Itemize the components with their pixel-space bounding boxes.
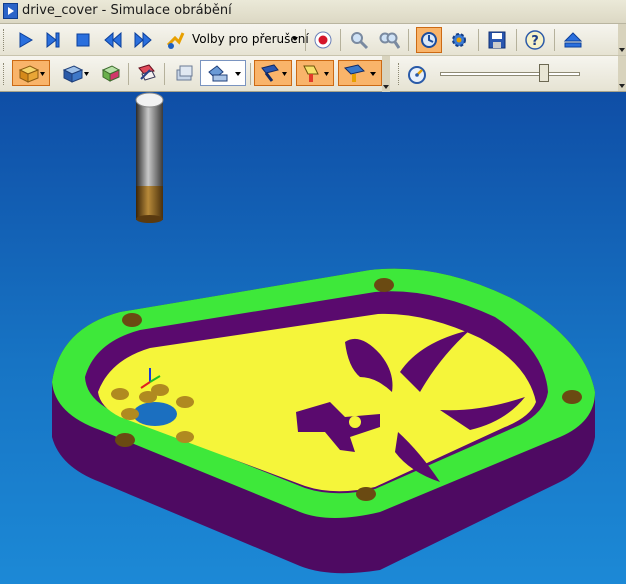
speed-button[interactable]: [404, 62, 430, 88]
tool-display-button[interactable]: [254, 60, 292, 86]
eject-icon: [563, 32, 583, 48]
speed-slider-track[interactable]: [440, 72, 580, 76]
record-icon: [314, 31, 332, 49]
interrupt-options-button[interactable]: [162, 27, 188, 53]
help-button[interactable]: ?: [522, 27, 548, 53]
toolbar-separator: [478, 29, 479, 51]
fast-forward-icon: [134, 31, 152, 49]
chevron-down-icon[interactable]: [292, 37, 298, 41]
toolbar-separator: [554, 29, 555, 51]
play-app-icon: [3, 3, 18, 19]
gear-icon: [452, 33, 466, 47]
display-mode-dropdown[interactable]: [200, 60, 246, 86]
simulation-viewport[interactable]: [0, 92, 626, 584]
magnifier-double-icon: [379, 32, 400, 49]
toolbar-overflow[interactable]: [382, 56, 390, 92]
zoom-button[interactable]: [346, 27, 372, 53]
magnifier-icon: [351, 32, 369, 50]
toolbar-overflow[interactable]: [618, 24, 626, 55]
holder-display-button[interactable]: [296, 60, 334, 86]
save-button[interactable]: [484, 27, 510, 53]
speed-slider-thumb[interactable]: [538, 64, 549, 82]
settings-button[interactable]: [446, 27, 472, 53]
eject-button[interactable]: [560, 27, 586, 53]
step-forward-icon: [46, 31, 60, 49]
compare-button[interactable]: [134, 60, 160, 86]
display-mode-icon: [208, 65, 241, 82]
part-icon: [62, 65, 89, 83]
toolbar-separator: [128, 63, 129, 85]
main-toolbar: Volby pro přerušení ?: [0, 24, 626, 56]
rewind-icon: [104, 31, 122, 49]
speed-icon: [408, 66, 426, 84]
svg-text:?: ?: [531, 34, 539, 49]
simulate-button[interactable]: [416, 27, 442, 53]
help-icon: ?: [525, 30, 545, 50]
stop-icon: [76, 33, 90, 47]
holder-icon: [303, 65, 329, 82]
toolbar-grip[interactable]: [3, 63, 7, 85]
toolbar-separator: [408, 29, 409, 51]
tool-icon: [261, 64, 287, 82]
stock-view-button[interactable]: [98, 60, 124, 86]
part-view-button[interactable]: [56, 60, 94, 86]
zoom-fit-button[interactable]: [376, 27, 402, 53]
workpiece-icon: [18, 65, 45, 83]
toolbar-separator: [164, 63, 165, 85]
stop-button[interactable]: [70, 27, 96, 53]
toolbar-separator: [305, 29, 306, 51]
cutting-tool: [135, 92, 164, 223]
save-icon: [488, 31, 506, 49]
machined-part: [52, 268, 595, 574]
fast-forward-button[interactable]: [130, 27, 156, 53]
stock-icon: [101, 65, 121, 82]
interrupt-icon: [166, 32, 185, 49]
fixture-display-button[interactable]: [338, 60, 382, 86]
window-title: drive_cover - Simulace obrábění: [22, 3, 232, 18]
step-forward-button[interactable]: [40, 27, 66, 53]
speed-control: [398, 62, 596, 88]
toolbar-separator: [250, 63, 251, 85]
toolbar-overflow[interactable]: [618, 56, 626, 91]
record-button[interactable]: [310, 27, 336, 53]
title-bar: drive_cover - Simulace obrábění: [0, 0, 626, 24]
play-icon: [19, 32, 33, 48]
simulate-icon: [421, 32, 437, 48]
rewind-button[interactable]: [100, 27, 126, 53]
section-icon: [176, 65, 193, 81]
compare-icon: [138, 64, 156, 81]
workpiece-view-button[interactable]: [12, 60, 50, 86]
toolbar-separator: [516, 29, 517, 51]
simulation-scene: [52, 92, 595, 574]
cut-section-button[interactable]: [172, 60, 198, 86]
toolbar-separator: [340, 29, 341, 51]
play-button[interactable]: [12, 27, 38, 53]
toolbar-grip[interactable]: [3, 29, 7, 51]
fixture-icon: [344, 64, 376, 82]
